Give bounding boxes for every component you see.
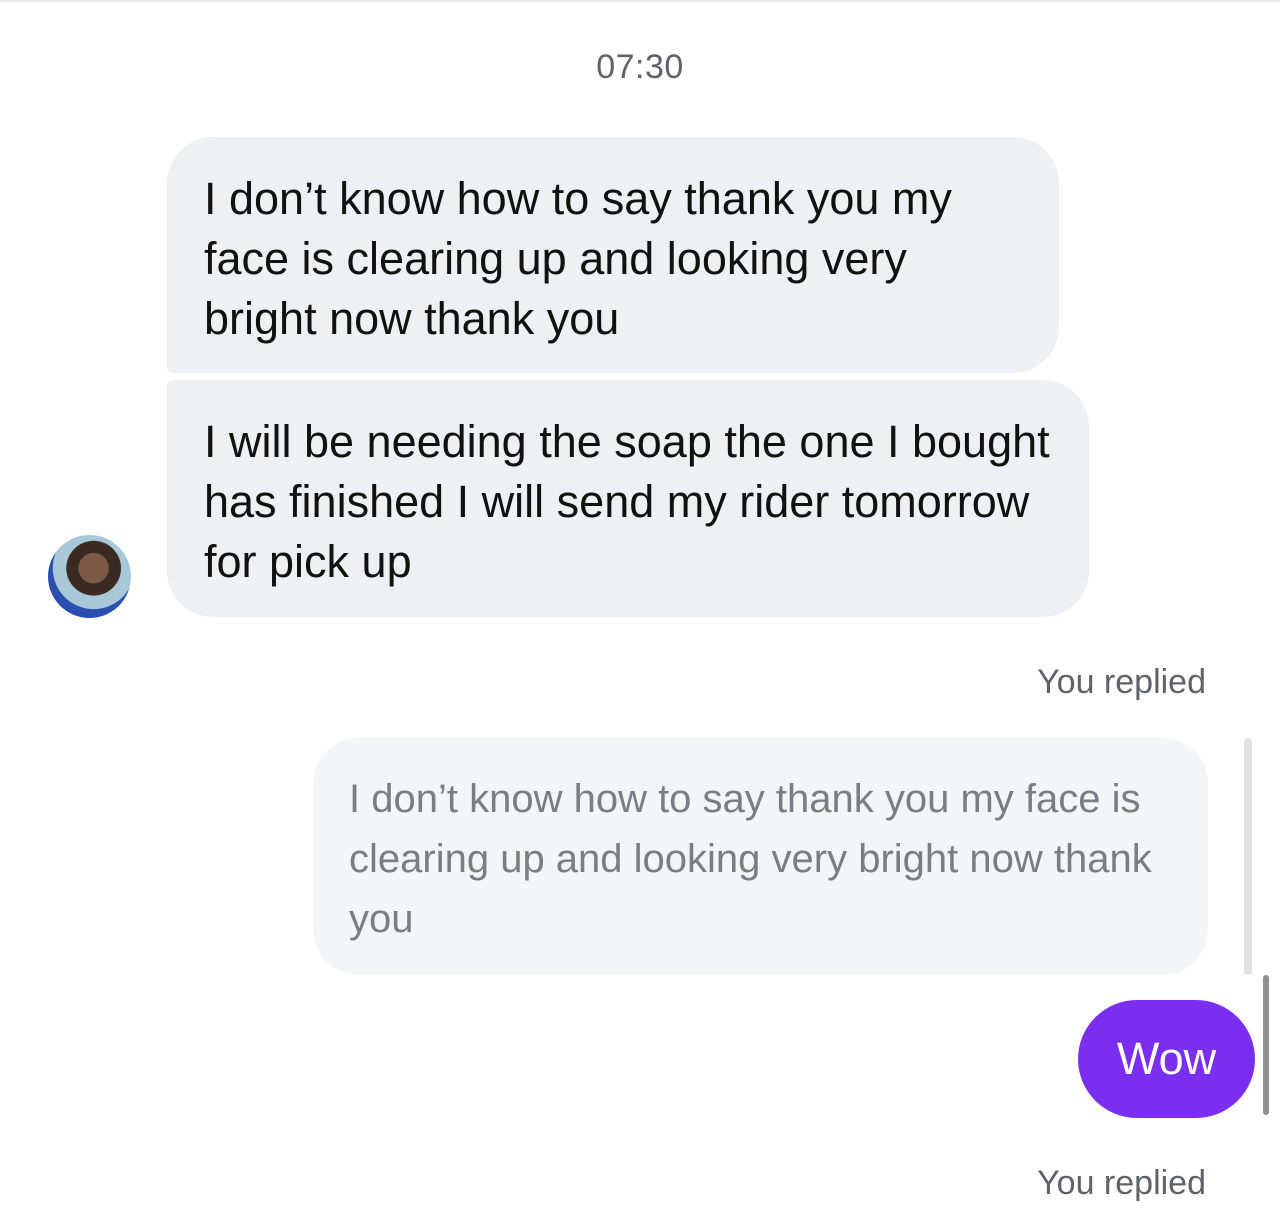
top-divider xyxy=(0,0,1280,2)
you-replied-label: You replied xyxy=(1037,1164,1206,1202)
outgoing-message-text: Wow xyxy=(1116,1033,1217,1084)
incoming-message-bubble[interactable]: I will be needing the soap the one I bou… xyxy=(167,380,1089,617)
incoming-message-bubble[interactable]: I don’t know how to say thank you my fac… xyxy=(167,137,1059,373)
message-timestamp: 07:30 xyxy=(596,48,684,86)
scrollbar[interactable] xyxy=(1263,975,1269,1115)
contact-avatar[interactable] xyxy=(48,535,131,618)
outgoing-message-bubble[interactable]: Wow xyxy=(1078,1000,1255,1118)
quote-indicator-bar xyxy=(1244,738,1252,975)
you-replied-label: You replied xyxy=(1037,663,1206,701)
quoted-reply-text: I don’t know how to say thank you my fac… xyxy=(349,777,1152,941)
incoming-message-text: I don’t know how to say thank you my fac… xyxy=(204,173,952,344)
quoted-reply-bubble[interactable]: I don’t know how to say thank you my fac… xyxy=(313,738,1208,975)
incoming-message-text: I will be needing the soap the one I bou… xyxy=(204,416,1050,587)
